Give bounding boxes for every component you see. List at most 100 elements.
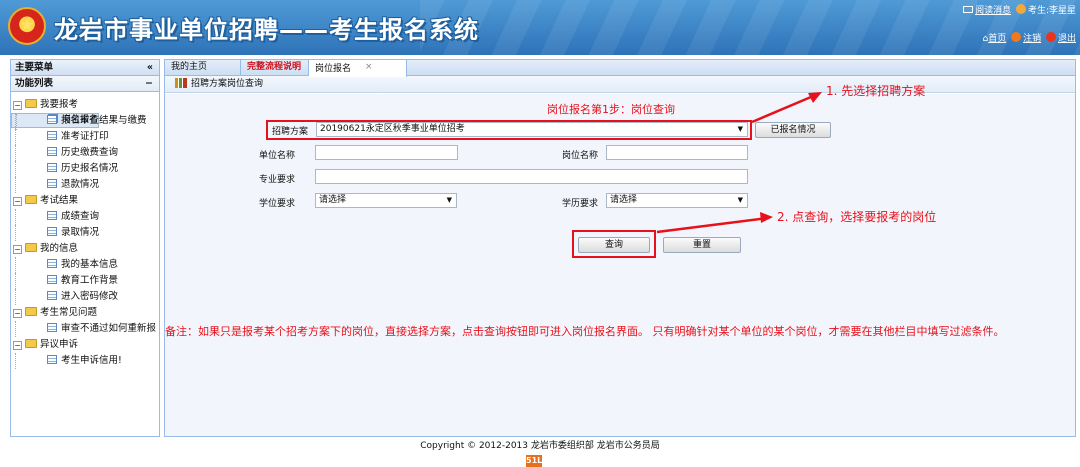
page-icon <box>47 179 57 188</box>
education-select[interactable]: 请选择 ▼ <box>606 193 748 208</box>
menu-group[interactable]: − 我的信息 <box>11 241 159 257</box>
unit-name-input[interactable] <box>315 145 458 160</box>
menu-group-label: 我要报考 <box>40 99 79 110</box>
menu-group-label: 考生常见问题 <box>40 307 98 318</box>
menu-item-label: 进入密码修改 <box>61 291 119 302</box>
panel-title: 招聘方案岗位查询 <box>165 76 1075 93</box>
page-icon <box>47 323 57 332</box>
collapse-sidebar-button[interactable]: « <box>147 60 153 75</box>
post-name-label: 岗位名称 <box>562 151 599 161</box>
tab-post-registration[interactable]: 岗位报名 × <box>309 60 407 77</box>
menu-item[interactable]: 报名审查结果与缴费 <box>11 113 159 129</box>
tree-line <box>15 353 16 369</box>
logout-link[interactable]: 注销 <box>1023 34 1041 44</box>
education-select-value: 请选择 <box>610 195 638 205</box>
dropdown-arrow-icon: ▼ <box>446 196 452 204</box>
menu-item[interactable]: 退款情况 <box>11 177 159 193</box>
page-icon <box>47 227 57 236</box>
main-panel: 我的主页 完整流程说明 岗位报名 × 招聘方案岗位查询 岗位报名第1步：岗位查询 … <box>164 59 1076 437</box>
collapse-toggle-icon[interactable]: − <box>13 309 22 318</box>
reset-button[interactable]: 重置 <box>663 237 741 253</box>
menu-item[interactable]: 进入密码修改 <box>11 289 159 305</box>
user-icon <box>1015 4 1026 14</box>
logout-icon <box>1011 32 1022 42</box>
page-icon <box>47 131 57 140</box>
read-messages-link[interactable]: 阅读消息 <box>975 6 1011 16</box>
page-icon <box>47 211 57 220</box>
menu-item-label: 审查不通过如何重新报 <box>61 323 157 334</box>
degree-select[interactable]: 请选择 ▼ <box>315 193 457 208</box>
note-text: 备注：如果只是报考某个招考方案下的岗位，直接选择方案，点击查询按钮即可进入岗位报… <box>165 325 1005 338</box>
page-icon <box>47 259 57 268</box>
folder-icon <box>25 99 37 108</box>
menu-item[interactable]: 教育工作背景 <box>11 273 159 289</box>
home-link[interactable]: 首页 <box>988 34 1006 44</box>
tree-line <box>15 129 16 145</box>
function-list-toggle[interactable]: − <box>145 76 153 91</box>
menu-item-label: 历史报名情况 <box>61 163 119 174</box>
tree-line <box>15 209 16 225</box>
exit-icon <box>1045 32 1056 42</box>
tree-line <box>15 257 16 273</box>
menu-item-label: 成绩查询 <box>61 211 100 222</box>
query-form: 岗位报名第1步：岗位查询 招聘方案 20190621永定区秋季事业单位招考 ▼ 已… <box>165 94 1075 436</box>
post-name-input[interactable] <box>606 145 748 160</box>
header-user-area: 阅读消息 考生:李星星 ⌂首页 注销 退出 <box>963 4 1076 46</box>
stats-badge[interactable]: 51La <box>526 455 548 467</box>
applied-status-button[interactable]: 已报名情况 <box>755 122 831 138</box>
plan-label: 招聘方案 <box>272 127 309 137</box>
query-button[interactable]: 查询 <box>578 237 650 253</box>
books-icon <box>175 78 187 88</box>
emblem-icon <box>8 7 46 45</box>
folder-icon <box>25 195 37 204</box>
close-tab-icon[interactable]: × <box>365 62 373 72</box>
major-input[interactable] <box>315 169 748 184</box>
menu-group[interactable]: − 考试结果 <box>11 193 159 209</box>
menu-item[interactable]: 考生申诉信用! <box>11 353 159 369</box>
menu-item[interactable]: 历史缴费查询 <box>11 145 159 161</box>
current-user: 考生:李星星 <box>1027 6 1076 16</box>
tree-line <box>15 289 16 305</box>
menu-item[interactable]: 历史报名情况 <box>11 161 159 177</box>
menu-item-label: 准考证打印 <box>61 131 109 142</box>
collapse-toggle-icon[interactable]: − <box>13 101 22 110</box>
tab-post-registration-label: 岗位报名 <box>315 64 352 74</box>
menu-item[interactable]: 审查不通过如何重新报 <box>11 321 159 337</box>
tab-process-guide[interactable]: 完整流程说明 <box>241 60 309 76</box>
function-list-title: 功能列表 <box>15 78 54 89</box>
tree-line <box>15 113 16 129</box>
menu-tree: − 我要报考 岗位报名 报名审查结果与缴费 准考证打印 历史缴费查询 历史报名情况 退款情况 −… <box>11 92 159 369</box>
folder-icon <box>25 339 37 348</box>
menu-group-label: 考试结果 <box>40 195 79 206</box>
menu-item[interactable]: 录取情况 <box>11 225 159 241</box>
collapse-toggle-icon[interactable]: − <box>13 341 22 350</box>
menu-item-label: 教育工作背景 <box>61 275 119 286</box>
menu-item-label: 退款情况 <box>61 179 100 190</box>
tab-home[interactable]: 我的主页 <box>165 60 241 76</box>
main-menu-header: 主要菜单 « <box>11 60 159 76</box>
collapse-toggle-icon[interactable]: − <box>13 245 22 254</box>
menu-group[interactable]: − 考生常见问题 <box>11 305 159 321</box>
tree-line <box>15 273 16 289</box>
annotation-step-1: 1. 先选择招聘方案 <box>826 84 926 98</box>
footer-copyright: Copyright © 2012-2013 龙岩市委组织部 龙岩市公务员局 <box>420 441 660 451</box>
menu-item-label: 报名审查结果与缴费 <box>61 115 147 126</box>
exit-link[interactable]: 退出 <box>1058 34 1076 44</box>
collapse-toggle-icon[interactable]: − <box>13 197 22 206</box>
menu-item-label: 历史缴费查询 <box>61 147 119 158</box>
menu-group[interactable]: − 我要报考 <box>11 97 159 113</box>
plan-select[interactable]: 20190621永定区秋季事业单位招考 ▼ <box>316 122 748 137</box>
dropdown-arrow-icon: ▼ <box>737 196 743 204</box>
plan-select-value: 20190621永定区秋季事业单位招考 <box>320 124 465 134</box>
site-title: 龙岩市事业单位招聘——考生报名系统 <box>54 16 479 44</box>
menu-item[interactable]: 我的基本信息 <box>11 257 159 273</box>
menu-group[interactable]: − 异议申诉 <box>11 337 159 353</box>
tree-line <box>15 177 16 193</box>
panel-title-text: 招聘方案岗位查询 <box>191 79 264 89</box>
page-icon <box>47 115 57 124</box>
page-icon <box>47 147 57 156</box>
menu-item[interactable]: 准考证打印 <box>11 129 159 145</box>
menu-item[interactable]: 成绩查询 <box>11 209 159 225</box>
education-label: 学历要求 <box>562 199 599 209</box>
menu-group-label: 我的信息 <box>40 243 79 254</box>
